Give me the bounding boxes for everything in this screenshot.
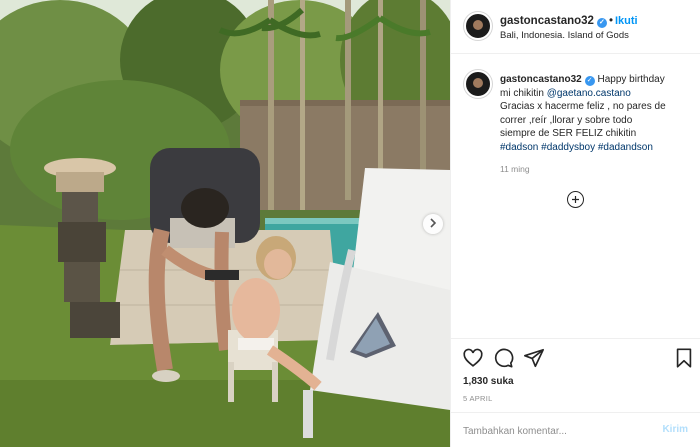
comment-icon[interactable] <box>492 347 514 369</box>
caption-username[interactable]: gastoncastano32 <box>500 74 582 85</box>
verified-badge-icon: ✓ <box>596 18 607 28</box>
caption-line-4: correr ,reír ,llorar y sobre todo <box>500 114 633 126</box>
post-header: gastoncastano32 ✓ • Ikuti Bali, Indonesia. … <box>451 0 700 54</box>
photo-scene <box>0 0 450 447</box>
plus-circle-icon <box>571 191 580 209</box>
verified-badge-icon: ✓ <box>584 76 595 86</box>
separator-dot: • <box>608 15 613 27</box>
hashtag-link[interactable]: #dadandson <box>598 142 653 153</box>
avatar[interactable] <box>464 12 492 40</box>
like-count[interactable]: 1,830 suka <box>463 376 514 387</box>
caption-line-2: mi chikitin <box>500 87 547 99</box>
caption-section: gastoncastano32 ✓ Happy birthday mi chiki… <box>451 55 700 338</box>
heart-icon[interactable] <box>462 347 484 369</box>
time-ago: 11 ming <box>500 164 530 174</box>
hashtag-link[interactable]: #daddysboy <box>541 142 595 153</box>
next-photo-button[interactable] <box>423 214 443 234</box>
caption-avatar[interactable] <box>464 70 492 98</box>
post-date: 5 APRIL <box>463 394 493 403</box>
post-comment-button[interactable]: Kirim <box>662 424 688 435</box>
header-user-line: gastoncastano32 ✓ • Ikuti <box>500 15 638 28</box>
action-section: 1,830 suka 5 APRIL Kirim <box>451 338 700 447</box>
mention-link[interactable]: @gaetano.castano <box>547 88 631 99</box>
paper-plane-icon[interactable] <box>523 347 545 369</box>
post-side-panel: gastoncastano32 ✓ • Ikuti Bali, Indonesia. … <box>450 0 700 447</box>
comment-input[interactable] <box>463 423 643 439</box>
caption-line-3: Gracias x hacerme feliz , no pares de <box>500 101 666 113</box>
post-photo[interactable] <box>0 0 450 447</box>
comment-bar: Kirim <box>451 412 700 447</box>
caption-line-5: siempre de SER FELIZ chikitin <box>500 128 637 140</box>
header-username[interactable]: gastoncastano32 <box>500 15 594 27</box>
location-link[interactable]: Bali, Indonesia. Island of Gods <box>500 30 629 41</box>
chevron-right-icon <box>429 215 437 233</box>
caption-line-1: Happy birthday <box>597 74 665 85</box>
follow-button[interactable]: Ikuti <box>615 15 638 27</box>
caption-text: gastoncastano32 ✓ Happy birthday mi chiki… <box>500 73 696 155</box>
load-more-comments-button[interactable] <box>567 191 584 208</box>
bookmark-icon[interactable] <box>673 347 695 369</box>
hashtag-link[interactable]: #dadson <box>500 142 538 153</box>
